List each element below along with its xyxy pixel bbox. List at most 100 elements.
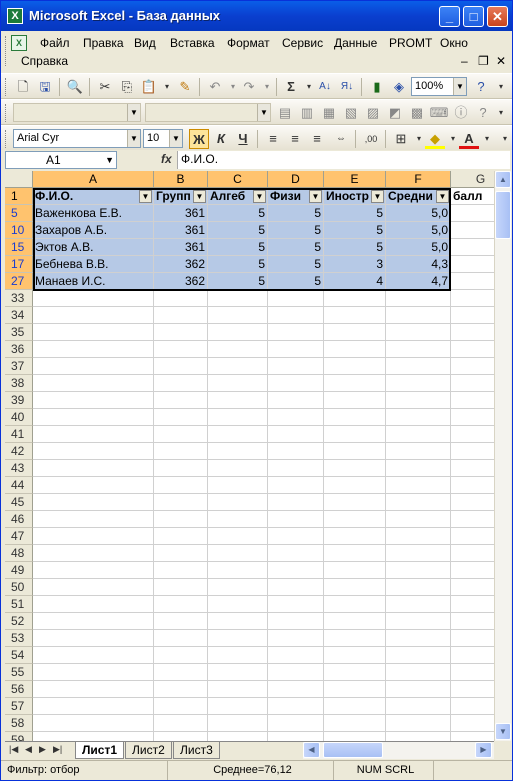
drawing-icon[interactable]: ◈ xyxy=(389,77,409,97)
table-cell[interactable] xyxy=(154,460,208,477)
table-cell[interactable] xyxy=(386,494,451,511)
italic-button[interactable]: К xyxy=(211,129,231,149)
table-cell[interactable] xyxy=(268,477,324,494)
table-cell[interactable] xyxy=(208,698,268,715)
align-right-icon[interactable]: ≡ xyxy=(307,129,327,149)
table-cell[interactable] xyxy=(154,528,208,545)
table-cell[interactable] xyxy=(154,324,208,341)
table-cell[interactable] xyxy=(268,596,324,613)
vertical-scroll-thumb[interactable] xyxy=(495,191,511,239)
menu-insert[interactable]: Вставка xyxy=(170,36,215,50)
table-cell[interactable] xyxy=(33,290,154,307)
translation-profile-select[interactable]: ▼ xyxy=(145,103,271,122)
table-cell[interactable] xyxy=(208,392,268,409)
table-cell[interactable] xyxy=(154,511,208,528)
table-cell[interactable] xyxy=(386,290,451,307)
table-cell[interactable] xyxy=(386,562,451,579)
horizontal-scrollbar[interactable]: ◀ ▶ xyxy=(303,742,494,759)
table-cell[interactable] xyxy=(324,698,386,715)
table-cell[interactable] xyxy=(324,477,386,494)
menu-tools[interactable]: Сервис xyxy=(282,36,323,50)
row-header[interactable]: 53 xyxy=(5,630,33,647)
row-header[interactable]: 38 xyxy=(5,375,33,392)
table-cell[interactable] xyxy=(208,307,268,324)
minimize-button[interactable]: _ xyxy=(439,6,460,27)
table-cell[interactable] xyxy=(33,375,154,392)
table-cell[interactable] xyxy=(268,358,324,375)
table-cell[interactable] xyxy=(386,732,451,741)
table-cell[interactable]: 5 xyxy=(208,205,268,222)
font-size-select[interactable]: 10 ▼ xyxy=(143,129,183,148)
row-header[interactable]: 42 xyxy=(5,443,33,460)
excel-app-icon[interactable]: X xyxy=(7,8,23,24)
sort-descending-icon[interactable]: Я↓ xyxy=(337,77,357,97)
align-center-icon[interactable]: ≡ xyxy=(285,129,305,149)
table-cell[interactable]: 5 xyxy=(268,239,324,256)
table-cell[interactable] xyxy=(154,596,208,613)
table-cell[interactable] xyxy=(451,715,494,732)
autosum-icon[interactable]: Σ xyxy=(281,77,301,97)
table-cell[interactable] xyxy=(386,681,451,698)
table-cell[interactable] xyxy=(268,324,324,341)
chevron-down-icon[interactable]: ▼ xyxy=(453,78,466,95)
table-cell[interactable]: 5 xyxy=(208,256,268,273)
translation-direction-select[interactable]: ▼ xyxy=(13,103,141,122)
workbook-icon[interactable]: X xyxy=(11,35,27,51)
name-box[interactable]: A1 ▼ xyxy=(5,151,117,169)
column-header-d[interactable]: D xyxy=(268,171,324,188)
table-cell[interactable] xyxy=(386,375,451,392)
table-cell[interactable] xyxy=(208,375,268,392)
table-cell[interactable] xyxy=(154,579,208,596)
table-cell[interactable] xyxy=(451,290,494,307)
last-sheet-icon[interactable]: ▶| xyxy=(53,744,62,755)
table-cell[interactable] xyxy=(33,358,154,375)
table-cell[interactable] xyxy=(451,460,494,477)
table-cell[interactable] xyxy=(268,715,324,732)
chevron-down-icon[interactable]: ▼ xyxy=(105,152,114,168)
translate-selection-icon[interactable]: ▥ xyxy=(297,103,317,123)
row-header[interactable]: 35 xyxy=(5,324,33,341)
table-cell[interactable]: Важенкова Е.В. xyxy=(33,205,154,222)
table-cell[interactable] xyxy=(324,307,386,324)
about-icon[interactable]: ⓘ xyxy=(451,103,471,123)
table-cell[interactable] xyxy=(451,409,494,426)
table-cell[interactable] xyxy=(324,579,386,596)
table-cell[interactable] xyxy=(268,579,324,596)
table-cell[interactable] xyxy=(324,528,386,545)
table-cell[interactable] xyxy=(324,494,386,511)
table-cell[interactable] xyxy=(451,205,494,222)
table-cell[interactable] xyxy=(208,358,268,375)
table-cell[interactable] xyxy=(33,477,154,494)
table-cell[interactable] xyxy=(33,613,154,630)
menu-file[interactable]: Файл xyxy=(40,36,70,50)
table-cell[interactable]: 5 xyxy=(324,205,386,222)
table-cell[interactable] xyxy=(451,698,494,715)
row-header[interactable]: 47 xyxy=(5,528,33,545)
table-cell[interactable] xyxy=(386,409,451,426)
table-cell[interactable] xyxy=(451,511,494,528)
undo-icon[interactable]: ↶ xyxy=(205,77,225,97)
table-cell[interactable]: 5,0 xyxy=(386,222,451,239)
table-cell[interactable]: 5 xyxy=(208,222,268,239)
row-header[interactable]: 58 xyxy=(5,715,33,732)
table-cell[interactable] xyxy=(154,732,208,741)
menu-edit[interactable]: Правка xyxy=(83,36,124,50)
formula-input[interactable]: Ф.И.О. xyxy=(177,151,510,169)
table-cell[interactable]: 361 xyxy=(154,222,208,239)
table-cell[interactable] xyxy=(154,358,208,375)
header-cell-g-overflow[interactable]: балл xyxy=(451,188,494,205)
table-cell[interactable]: 5 xyxy=(268,222,324,239)
table-cell[interactable] xyxy=(386,630,451,647)
table-cell[interactable] xyxy=(208,426,268,443)
header-cell-d[interactable]: Физи ▼ xyxy=(268,188,324,205)
table-cell[interactable] xyxy=(268,681,324,698)
table-cell[interactable] xyxy=(324,647,386,664)
table-cell[interactable] xyxy=(386,358,451,375)
chevron-down-icon[interactable]: ▼ xyxy=(127,130,140,147)
font-color-icon[interactable]: A xyxy=(459,129,479,149)
table-cell[interactable] xyxy=(386,545,451,562)
glossary-icon[interactable]: ▩ xyxy=(407,103,427,123)
select-all-corner[interactable] xyxy=(5,171,33,188)
options-icon[interactable]: ◩ xyxy=(385,103,405,123)
table-cell[interactable] xyxy=(451,443,494,460)
